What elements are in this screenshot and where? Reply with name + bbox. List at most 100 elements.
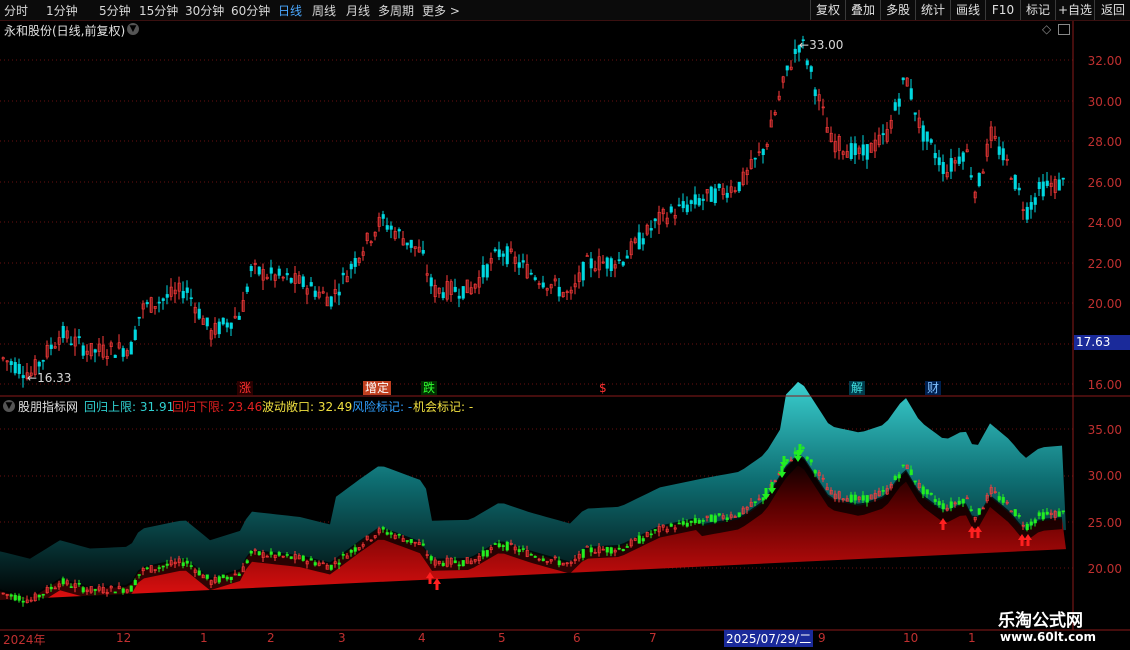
upper-limit-label: 回归上限: 31.91	[84, 400, 175, 414]
period-30min[interactable]: 30分钟	[185, 2, 224, 19]
price-tick: 30.00	[1087, 95, 1122, 109]
chevron-down-icon[interactable]: ▼	[127, 23, 139, 35]
indicator-candle-body	[237, 573, 241, 576]
indicator-candle-body	[689, 520, 693, 523]
stats-button[interactable]: 统计	[915, 0, 950, 20]
candle-body	[541, 282, 545, 288]
indicator-candle-body	[637, 535, 641, 544]
candle-body	[921, 125, 925, 142]
indicator-candle-body	[865, 495, 869, 503]
candle-body	[901, 77, 905, 81]
period-more[interactable]: 更多 >	[422, 2, 460, 19]
event-mark-financial[interactable]: 财	[925, 381, 942, 395]
indicator-candle-body	[853, 494, 857, 501]
price-tick: 16.00	[1087, 378, 1122, 392]
event-mark-rise[interactable]: 涨	[237, 381, 254, 395]
candle-body	[129, 341, 133, 355]
candle-body	[157, 301, 161, 304]
indicator-candle-body	[1037, 512, 1041, 516]
candle-body	[1013, 174, 1017, 190]
mark-button[interactable]: 标记	[1020, 0, 1055, 20]
candle-body	[961, 152, 965, 162]
candle-body	[481, 264, 485, 278]
indicator-candle-body	[649, 533, 653, 536]
candle-body	[505, 246, 509, 265]
period-15min[interactable]: 15分钟	[139, 2, 178, 19]
candle-body	[485, 264, 489, 278]
indicator-candle-body	[1057, 511, 1061, 517]
event-mark-placement[interactable]: 增定	[363, 381, 392, 395]
overlay-button[interactable]: 叠加	[845, 0, 880, 20]
candle-body	[1033, 197, 1037, 205]
f10-button[interactable]: F10	[985, 0, 1020, 20]
candle-body	[681, 201, 685, 209]
price-tick: 32.00	[1087, 54, 1122, 68]
indicator-candle-body	[133, 580, 137, 586]
chart-canvas[interactable]	[0, 21, 1130, 650]
indicator-candle-body	[289, 556, 293, 559]
indicator-candle-body	[605, 547, 609, 553]
indicator-candle-body	[977, 508, 981, 515]
date-label: 2024年	[3, 633, 46, 647]
adjust-button[interactable]: 复权	[810, 0, 845, 20]
indicator-candle-body	[389, 532, 393, 535]
indicator-candle-body	[805, 456, 809, 460]
low-price-label: ←16.33	[27, 371, 72, 385]
candle-body	[497, 249, 501, 257]
chevron-down-icon[interactable]: ▼	[3, 400, 15, 412]
period-daily[interactable]: 日线	[278, 2, 302, 19]
draw-line-button[interactable]: 画线	[950, 0, 985, 20]
period-monthly[interactable]: 月线	[346, 2, 370, 19]
event-mark-dividend[interactable]: $	[597, 381, 609, 395]
candle-body	[617, 259, 621, 262]
period-60min[interactable]: 60分钟	[231, 2, 270, 19]
candle-body	[609, 258, 613, 271]
candle-body	[313, 290, 317, 297]
period-intraday[interactable]: 分时	[4, 2, 28, 19]
period-multi[interactable]: 多周期	[378, 2, 414, 19]
indicator-candle-body	[1029, 521, 1033, 526]
indicator-candle-body	[221, 574, 225, 578]
indicator-candle-body	[701, 520, 705, 522]
event-mark-fall[interactable]: 跌	[421, 381, 438, 395]
indicator-candle-body	[277, 552, 281, 556]
period-1min[interactable]: 1分钟	[46, 2, 78, 19]
indicator-candle-body	[941, 503, 945, 510]
back-button[interactable]: 返回	[1094, 0, 1130, 20]
lower-limit-label: 回归下限: 23.46	[172, 400, 263, 414]
multi-stock-button[interactable]: 多股	[880, 0, 915, 20]
indicator-candle-body	[461, 560, 465, 567]
indicator-candle-body	[897, 474, 901, 479]
event-mark-unlock[interactable]: 解	[849, 381, 866, 395]
candle-body	[285, 273, 289, 276]
indicator-candle-body	[801, 447, 805, 449]
add-favorite-button[interactable]: +自选	[1055, 0, 1094, 20]
period-5min[interactable]: 5分钟	[99, 2, 131, 19]
date-label: 9	[818, 631, 826, 645]
indicator-candle-body	[429, 556, 433, 561]
indicator-candle-body	[41, 593, 45, 596]
candle-body	[685, 204, 689, 213]
candle-body	[641, 238, 645, 245]
period-weekly[interactable]: 周线	[312, 2, 336, 19]
date-label: 12	[116, 631, 132, 645]
date-label: 6	[573, 631, 581, 645]
watermark-logo: 乐淘公式网	[998, 611, 1083, 631]
diamond-icon[interactable]: ◇	[1042, 22, 1051, 36]
candle-body	[581, 261, 585, 281]
candle-body	[929, 139, 933, 143]
candle-body	[689, 200, 693, 204]
indicator-candle-body	[37, 594, 41, 598]
candle-body	[277, 268, 281, 276]
buy-arrow-icon	[433, 578, 441, 590]
candle-body	[1025, 206, 1029, 220]
candle-body	[61, 325, 65, 339]
candle-body	[725, 192, 729, 198]
indicator-candle-body	[161, 565, 165, 568]
indicator-candle-body	[485, 550, 489, 557]
indicator-candle-body	[557, 560, 561, 566]
window-icon[interactable]	[1058, 24, 1070, 35]
candle-body	[121, 348, 125, 357]
candle-body	[1037, 181, 1041, 189]
indicator-candle-body	[1061, 510, 1065, 513]
